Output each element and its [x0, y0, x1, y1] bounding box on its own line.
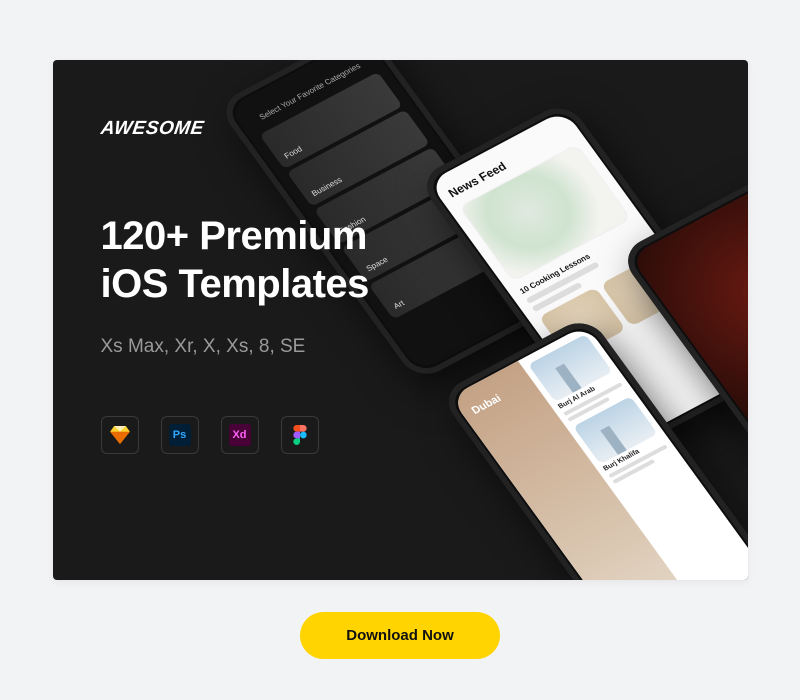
feed-hero-image — [458, 144, 631, 282]
sketch-icon — [110, 426, 130, 444]
sketch-badge — [101, 416, 139, 454]
banner-copy: AWESOME 120+ Premium iOS Templates Xs Ma… — [101, 118, 369, 454]
travel-city: Dubai — [469, 393, 503, 417]
headline-line-1: 120+ Premium — [101, 214, 367, 258]
promo-banner: AWESOME 120+ Premium iOS Templates Xs Ma… — [53, 60, 748, 580]
figma-badge — [281, 416, 319, 454]
headline-line-2: iOS Templates — [101, 262, 369, 306]
brand-logo: AWESOME — [99, 118, 205, 140]
download-button[interactable]: Download Now — [300, 612, 500, 659]
headline: 120+ Premium iOS Templates — [101, 212, 369, 308]
xd-icon: Xd — [229, 424, 251, 446]
figma-icon — [293, 425, 307, 445]
photoshop-icon: Ps — [169, 424, 191, 446]
photoshop-badge: Ps — [161, 416, 199, 454]
tool-icons-row: Ps Xd — [101, 416, 369, 454]
device-list: Xs Max, Xr, X, Xs, 8, SE — [101, 336, 369, 358]
xd-badge: Xd — [221, 416, 259, 454]
